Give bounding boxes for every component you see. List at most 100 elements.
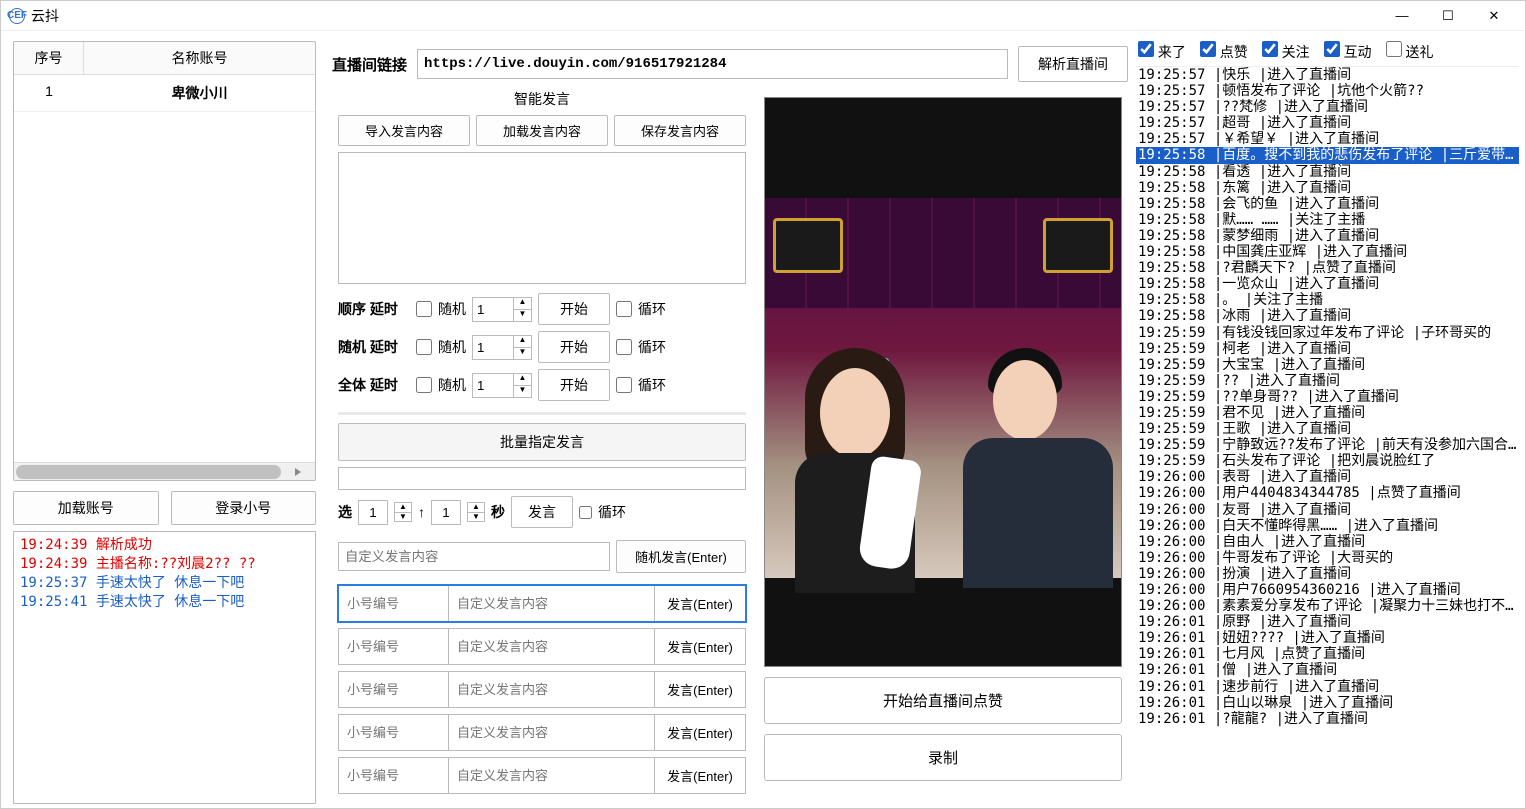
alt-speak-button[interactable]: 发言(Enter) bbox=[655, 586, 745, 621]
feed-line[interactable]: 19:26:01 |白山以琳泉 |进入了直播间 bbox=[1136, 695, 1519, 711]
seq-delay-stepper[interactable]: ▲▼ bbox=[472, 297, 532, 322]
batch-speak-button[interactable]: 批量指定发言 bbox=[338, 423, 746, 461]
alt-content-input[interactable] bbox=[449, 758, 655, 793]
check-come[interactable]: 来了 bbox=[1138, 41, 1186, 62]
batch-input[interactable] bbox=[338, 467, 746, 490]
alt-content-input[interactable] bbox=[449, 586, 655, 621]
content-textarea[interactable] bbox=[338, 152, 746, 284]
feed-line[interactable]: 19:25:58 |。 |关注了主播 bbox=[1136, 292, 1519, 308]
feed-line[interactable]: 19:25:58 |东篱 |进入了直播间 bbox=[1136, 180, 1519, 196]
feed-line[interactable]: 19:26:00 |自由人 |进入了直播间 bbox=[1136, 534, 1519, 550]
feed-line[interactable]: 19:25:59 |大宝宝 |进入了直播间 bbox=[1136, 357, 1519, 373]
feed-line[interactable]: 19:26:01 |七月风 |点赞了直播间 bbox=[1136, 646, 1519, 662]
feed-line[interactable]: 19:26:01 |?龍龍? |进入了直播间 bbox=[1136, 711, 1519, 727]
alt-id-input[interactable] bbox=[339, 629, 449, 664]
alt-speak-button[interactable]: 发言(Enter) bbox=[655, 672, 745, 707]
feed-line[interactable]: 19:26:00 |素素爱分享发布了评论 |凝聚力十三妹也打不... bbox=[1136, 598, 1519, 614]
alt-speak-button[interactable]: 发言(Enter) bbox=[655, 758, 745, 793]
alt-id-input[interactable] bbox=[339, 672, 449, 707]
feed-line[interactable]: 19:26:00 |用户4404834344785 |点赞了直播间 bbox=[1136, 485, 1519, 501]
feed-line[interactable]: 19:25:59 |石头发布了评论 |把刘晨说脸红了 bbox=[1136, 453, 1519, 469]
feed-line[interactable]: 19:25:59 |君不见 |进入了直播间 bbox=[1136, 405, 1519, 421]
feed-line[interactable]: 19:26:00 |友哥 |进入了直播间 bbox=[1136, 502, 1519, 518]
feed-line[interactable]: 19:25:58 |蒙梦细雨 |进入了直播间 bbox=[1136, 228, 1519, 244]
feed-line[interactable]: 19:25:57 |快乐 |进入了直播间 bbox=[1136, 67, 1519, 83]
custom-content-input[interactable] bbox=[338, 542, 610, 571]
import-content-button[interactable]: 导入发言内容 bbox=[338, 115, 470, 146]
alt-id-input[interactable] bbox=[339, 715, 449, 750]
seq-random-checkbox[interactable] bbox=[416, 339, 432, 355]
feed-line[interactable]: 19:26:01 |速步前行 |进入了直播间 bbox=[1136, 679, 1519, 695]
select-to-input[interactable] bbox=[431, 500, 461, 525]
feed-line[interactable]: 19:25:57 |超哥 |进入了直播间 bbox=[1136, 115, 1519, 131]
parse-room-button[interactable]: 解析直播间 bbox=[1018, 46, 1128, 82]
feed-line[interactable]: 19:25:59 |有钱没钱回家过年发布了评论 |子环哥买的 bbox=[1136, 325, 1519, 341]
random-speak-button[interactable]: 随机发言(Enter) bbox=[616, 540, 746, 573]
select-from-stepper[interactable]: ▲▼ bbox=[394, 502, 412, 523]
feed-line[interactable]: 19:26:00 |用户7660954360216 |进入了直播间 bbox=[1136, 582, 1519, 598]
feed-line[interactable]: 19:25:58 |冰雨 |进入了直播间 bbox=[1136, 308, 1519, 324]
accounts-row[interactable]: 1 卑微小川 bbox=[14, 75, 315, 112]
seq-start-button[interactable]: 开始 bbox=[538, 369, 610, 401]
live-url-input[interactable] bbox=[417, 49, 1008, 79]
maximize-button[interactable]: ☐ bbox=[1425, 1, 1471, 31]
feed-line[interactable]: 19:25:57 |??梵修 |进入了直播间 bbox=[1136, 99, 1519, 115]
seq-loop-checkbox[interactable] bbox=[616, 301, 632, 317]
feed-line[interactable]: 19:25:57 |￥希望￥ |进入了直播间 bbox=[1136, 131, 1519, 147]
seq-delay-stepper[interactable]: ▲▼ bbox=[472, 335, 532, 360]
select-from-input[interactable] bbox=[358, 500, 388, 525]
alt-content-input[interactable] bbox=[449, 715, 655, 750]
feed-line[interactable]: 19:25:57 |顿悟发布了评论 |坑他个火箭?? bbox=[1136, 83, 1519, 99]
feed-line[interactable]: 19:26:00 |扮演 |进入了直播间 bbox=[1136, 566, 1519, 582]
alt-content-input[interactable] bbox=[449, 629, 655, 664]
seq-random-checkbox[interactable] bbox=[416, 377, 432, 393]
check-follow[interactable]: 关注 bbox=[1262, 41, 1310, 62]
feed-line[interactable]: 19:25:59 |??单身哥?? |进入了直播间 bbox=[1136, 389, 1519, 405]
seq-start-button[interactable]: 开始 bbox=[538, 293, 610, 325]
seq-delay-stepper[interactable]: ▲▼ bbox=[472, 373, 532, 398]
alt-speak-button[interactable]: 发言(Enter) bbox=[655, 715, 745, 750]
feed-line[interactable]: 19:25:59 |?? |进入了直播间 bbox=[1136, 373, 1519, 389]
alt-id-input[interactable] bbox=[339, 758, 449, 793]
login-alt-button[interactable]: 登录小号 bbox=[171, 491, 317, 525]
feed-line[interactable]: 19:25:58 |会飞的鱼 |进入了直播间 bbox=[1136, 196, 1519, 212]
alt-speak-button[interactable]: 发言(Enter) bbox=[655, 629, 745, 664]
record-button[interactable]: 录制 bbox=[764, 734, 1122, 781]
accounts-col-name[interactable]: 名称账号 bbox=[84, 42, 315, 74]
check-interact[interactable]: 互动 bbox=[1324, 41, 1372, 62]
feed-line[interactable]: 19:26:00 |白天不懂晔得黑…… |进入了直播间 bbox=[1136, 518, 1519, 534]
feed-line[interactable]: 19:25:58 |百度。搜不到我的悲伤发布了评论 |三斤爱带... bbox=[1136, 147, 1519, 163]
start-like-button[interactable]: 开始给直播间点赞 bbox=[764, 677, 1122, 724]
load-accounts-button[interactable]: 加载账号 bbox=[13, 491, 159, 525]
minimize-button[interactable]: — bbox=[1379, 1, 1425, 31]
feed-line[interactable]: 19:25:59 |王歌 |进入了直播间 bbox=[1136, 421, 1519, 437]
feed-line[interactable]: 19:26:01 |僧 |进入了直播间 bbox=[1136, 662, 1519, 678]
feed-line[interactable]: 19:25:58 |?君麟天下? |点赞了直播间 bbox=[1136, 260, 1519, 276]
feed-line[interactable]: 19:26:00 |牛哥发布了评论 |大哥买的 bbox=[1136, 550, 1519, 566]
feed-line[interactable]: 19:25:58 |默…… …… |关注了主播 bbox=[1136, 212, 1519, 228]
feed-line[interactable]: 19:25:58 |中国龚庄亚辉 |进入了直播间 bbox=[1136, 244, 1519, 260]
seq-loop-checkbox[interactable] bbox=[616, 377, 632, 393]
feed-line[interactable]: 19:26:00 |表哥 |进入了直播间 bbox=[1136, 469, 1519, 485]
alt-content-input[interactable] bbox=[449, 672, 655, 707]
close-button[interactable]: ✕ bbox=[1471, 1, 1517, 31]
alt-id-input[interactable] bbox=[339, 586, 449, 621]
feed-line[interactable]: 19:25:58 |一览众山 |进入了直播间 bbox=[1136, 276, 1519, 292]
check-gift[interactable]: 送礼 bbox=[1386, 41, 1434, 62]
select-to-stepper[interactable]: ▲▼ bbox=[467, 502, 485, 523]
feed-line[interactable]: 19:26:01 |原野 |进入了直播间 bbox=[1136, 614, 1519, 630]
accounts-hscroll[interactable] bbox=[14, 462, 315, 480]
seq-random-checkbox[interactable] bbox=[416, 301, 432, 317]
select-loop-checkbox[interactable] bbox=[579, 506, 592, 519]
feed-line[interactable]: 19:25:59 |柯老 |进入了直播间 bbox=[1136, 341, 1519, 357]
feed-line[interactable]: 19:26:01 |妞妞???? |进入了直播间 bbox=[1136, 630, 1519, 646]
select-speak-button[interactable]: 发言 bbox=[511, 496, 573, 528]
seq-loop-checkbox[interactable] bbox=[616, 339, 632, 355]
check-like[interactable]: 点赞 bbox=[1200, 41, 1248, 62]
feed-line[interactable]: 19:25:59 |宁静致远??发布了评论 |前天有没参加六国合... bbox=[1136, 437, 1519, 453]
seq-start-button[interactable]: 开始 bbox=[538, 331, 610, 363]
save-content-button[interactable]: 保存发言内容 bbox=[614, 115, 746, 146]
event-feed[interactable]: 19:25:57 |快乐 |进入了直播间19:25:57 |顿悟发布了评论 |坑… bbox=[1136, 66, 1519, 802]
feed-line[interactable]: 19:25:58 |看透 |进入了直播间 bbox=[1136, 164, 1519, 180]
load-content-button[interactable]: 加载发言内容 bbox=[476, 115, 608, 146]
